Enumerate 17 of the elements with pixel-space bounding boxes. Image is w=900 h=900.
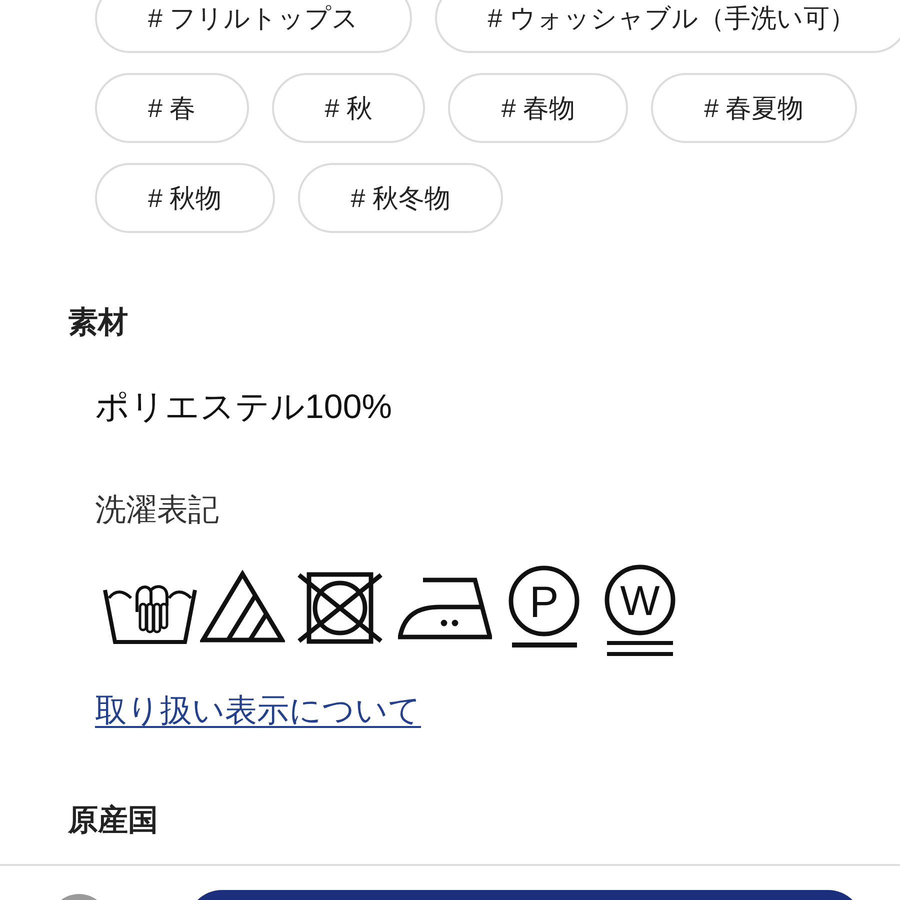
section-heading: 素材 (68, 305, 128, 341)
care-info-link[interactable]: 取り扱い表示について (95, 691, 421, 729)
tag-chip[interactable]: # 秋物 (95, 163, 275, 233)
section-heading: 原産国 (68, 803, 158, 839)
care-label-heading: 洗濯表記 (95, 491, 219, 529)
hand-wash-icon (103, 582, 197, 644)
no-tumble-dry-icon (297, 572, 383, 644)
tag-chip[interactable]: # 秋冬物 (298, 163, 504, 233)
bleach-icon (200, 570, 285, 643)
tag-chip[interactable]: # ウォッシャブル（手洗い可） (434, 0, 900, 53)
tag-chip[interactable]: # 秋 (272, 73, 426, 143)
material-text: ポリエステル100% (95, 387, 392, 427)
tag-chip[interactable]: # 春物 (448, 73, 628, 143)
tag-chip[interactable]: # 春夏物 (651, 73, 857, 143)
tag-chip[interactable]: # 春 (95, 73, 249, 143)
iron-icon (398, 577, 492, 640)
tag-chip[interactable]: # フリルトップス (95, 0, 412, 53)
